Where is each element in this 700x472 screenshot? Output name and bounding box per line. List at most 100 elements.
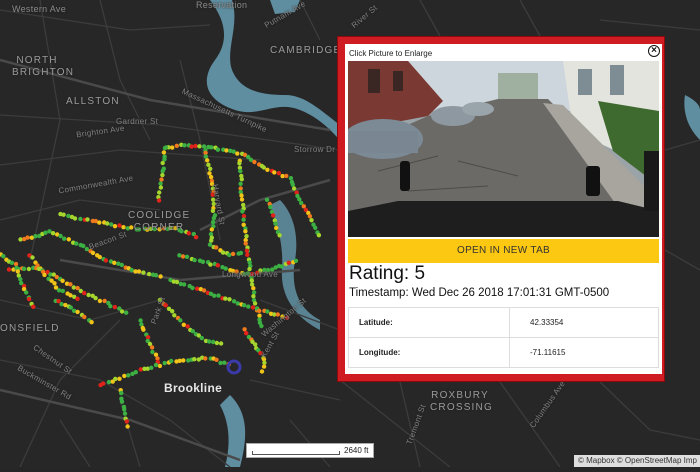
rating-dot[interactable]	[174, 143, 179, 148]
rating-dot[interactable]	[30, 255, 35, 260]
rating-dot[interactable]	[197, 144, 202, 149]
rating-dot[interactable]	[199, 335, 204, 341]
rating-dot[interactable]	[240, 209, 245, 214]
rating-dot[interactable]	[257, 313, 262, 318]
rating-dot[interactable]	[201, 288, 207, 293]
rating-dot[interactable]	[61, 212, 66, 217]
rating-dot[interactable]	[268, 204, 273, 210]
rating-dot[interactable]	[112, 224, 118, 229]
rating-dot[interactable]	[178, 318, 183, 323]
rating-dot[interactable]	[230, 251, 236, 257]
rating-dot[interactable]	[169, 358, 174, 364]
rating-dot[interactable]	[119, 262, 125, 268]
rating-dot[interactable]	[252, 301, 258, 306]
map-attribution[interactable]: © Mapbox © OpenStreetMap Imp	[574, 455, 700, 467]
rating-dot[interactable]	[113, 376, 118, 382]
rating-dot[interactable]	[36, 266, 42, 272]
rating-dot[interactable]	[82, 290, 87, 296]
rating-dot[interactable]	[158, 181, 163, 186]
rating-dot[interactable]	[235, 151, 240, 156]
rating-dot[interactable]	[272, 170, 277, 175]
rating-dot[interactable]	[276, 171, 282, 176]
rating-dot[interactable]	[158, 274, 163, 279]
rating-dot[interactable]	[207, 339, 212, 344]
rating-dot[interactable]	[277, 233, 282, 238]
rating-dot[interactable]	[68, 305, 74, 310]
rating-dot[interactable]	[243, 241, 248, 246]
rating-dot[interactable]	[82, 314, 87, 320]
rating-dot[interactable]	[206, 162, 211, 167]
rating-dot[interactable]	[227, 297, 232, 302]
rating-dot[interactable]	[218, 341, 224, 346]
rating-dot[interactable]	[180, 254, 186, 259]
rating-dot[interactable]	[1, 254, 6, 259]
rating-dot[interactable]	[138, 367, 143, 372]
rating-dot[interactable]	[243, 229, 248, 234]
rating-dot[interactable]	[251, 294, 256, 299]
rating-dot[interactable]	[108, 304, 113, 309]
rating-dot[interactable]	[149, 345, 155, 350]
rating-dot[interactable]	[251, 290, 257, 295]
rating-dot[interactable]	[160, 168, 165, 174]
rating-dot[interactable]	[149, 365, 154, 370]
rating-dot[interactable]	[60, 288, 65, 294]
rating-dot[interactable]	[250, 305, 256, 310]
rating-dot[interactable]	[122, 411, 128, 416]
rating-dot[interactable]	[174, 279, 180, 285]
rating-dot[interactable]	[190, 329, 195, 334]
rating-dot[interactable]	[75, 309, 80, 315]
rating-dot[interactable]	[214, 340, 220, 346]
rating-dot[interactable]	[215, 147, 221, 152]
rating-dot[interactable]	[93, 295, 98, 301]
rating-dot[interactable]	[160, 160, 165, 166]
rating-dot[interactable]	[119, 390, 124, 396]
rating-dot[interactable]	[244, 331, 249, 336]
close-icon[interactable]: ×	[648, 45, 660, 57]
rating-dot[interactable]	[112, 304, 118, 310]
rating-dot[interactable]	[56, 288, 62, 293]
rating-dot[interactable]	[89, 320, 94, 325]
rating-dot[interactable]	[242, 327, 247, 332]
rating-dot[interactable]	[239, 177, 244, 182]
rating-dot[interactable]	[159, 177, 164, 182]
rating-dot[interactable]	[193, 143, 198, 149]
rating-dot[interactable]	[24, 290, 29, 295]
rating-dot[interactable]	[208, 166, 213, 171]
rating-dot[interactable]	[90, 250, 96, 256]
street-photo[interactable]	[348, 61, 659, 237]
rating-dot[interactable]	[122, 373, 127, 379]
rating-dot[interactable]	[21, 266, 27, 271]
rating-dot[interactable]	[224, 148, 229, 153]
rating-dot[interactable]	[209, 145, 214, 150]
rating-dot[interactable]	[239, 197, 245, 202]
rating-dot[interactable]	[241, 217, 246, 222]
rating-dot[interactable]	[119, 399, 125, 404]
rating-dot[interactable]	[109, 222, 114, 227]
rating-dot[interactable]	[185, 324, 190, 329]
rating-dot[interactable]	[31, 304, 36, 309]
rating-dot[interactable]	[257, 308, 262, 313]
rating-dot[interactable]	[162, 360, 167, 366]
rating-dot[interactable]	[214, 357, 219, 362]
rating-dot[interactable]	[241, 303, 247, 308]
rating-dot[interactable]	[207, 242, 213, 247]
rating-dot[interactable]	[119, 309, 125, 314]
rating-dot[interactable]	[284, 173, 289, 179]
rating-dot[interactable]	[9, 260, 15, 265]
rating-dot[interactable]	[72, 216, 78, 221]
rating-dot[interactable]	[227, 252, 232, 258]
rating-dot[interactable]	[307, 214, 313, 219]
rating-dot[interactable]	[105, 221, 110, 226]
rating-dot[interactable]	[245, 252, 250, 257]
rating-dot[interactable]	[309, 218, 314, 223]
rating-dot[interactable]	[78, 216, 83, 222]
rating-dot[interactable]	[102, 298, 107, 304]
rating-dot[interactable]	[190, 285, 195, 291]
rating-dot[interactable]	[238, 181, 243, 186]
rating-dot[interactable]	[259, 369, 265, 374]
rating-dot[interactable]	[158, 185, 164, 190]
rating-dot[interactable]	[235, 301, 240, 306]
rating-dot[interactable]	[192, 257, 197, 263]
rating-dot[interactable]	[66, 237, 72, 242]
rating-dot[interactable]	[136, 269, 142, 274]
